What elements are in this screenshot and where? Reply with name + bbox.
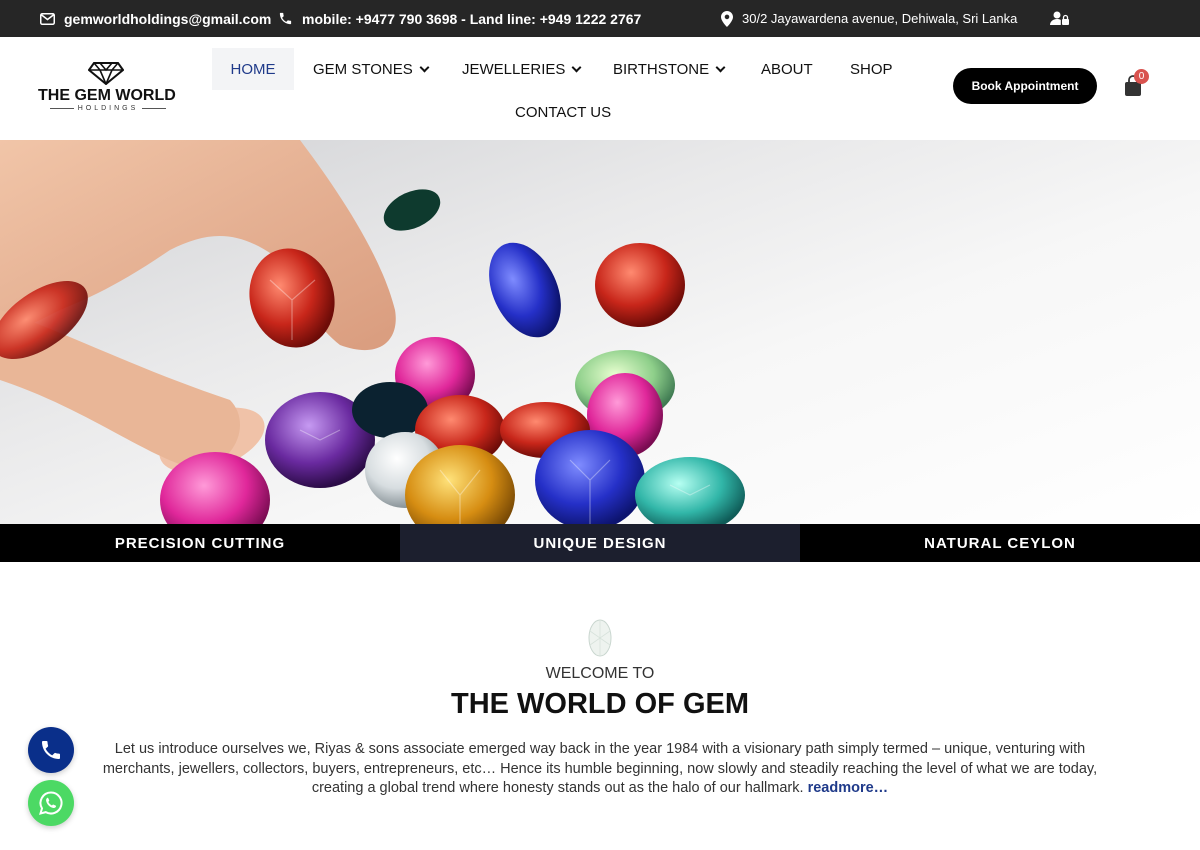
nav-shop-label: SHOP (850, 60, 893, 78)
envelope-icon (40, 12, 55, 25)
topbar-address[interactable]: 30/2 Jayawardena avenue, Dehiwala, Sri L… (721, 0, 1017, 37)
nav-contact-us[interactable]: CONTACT US (515, 91, 611, 133)
nav-birthstone-label: BIRTHSTONE (613, 60, 710, 78)
user-lock-icon (1050, 11, 1069, 25)
chevron-down-icon (419, 62, 430, 72)
nav-home[interactable]: HOME (212, 48, 294, 90)
address-text: 30/2 Jayawardena avenue, Dehiwala, Sri L… (742, 11, 1018, 26)
book-appointment-button[interactable]: Book Appointment (953, 68, 1097, 104)
nav-about-label: ABOUT (761, 60, 813, 78)
gem-icon (588, 619, 612, 657)
nav-gem-stones-label: GEM STONES (313, 60, 413, 78)
whatsapp-icon (39, 791, 63, 815)
nav-shop[interactable]: SHOP (850, 48, 893, 90)
top-info-bar: gemworldholdings@gmail.com mobile: +9477… (0, 0, 1200, 37)
nav-birthstone[interactable]: BIRTHSTONE (613, 48, 726, 90)
feature-strip: PRECISION CUTTING UNIQUE DESIGN NATURAL … (0, 524, 1200, 562)
phone-icon (42, 741, 60, 759)
feature-natural-ceylon: NATURAL CEYLON (800, 524, 1200, 562)
logo-name: THE GEM WORLD (38, 87, 176, 104)
gemstones-photo (0, 140, 745, 524)
nav-jewelleries-label: JEWELLERIES (462, 60, 566, 78)
whatsapp-button[interactable] (28, 780, 74, 826)
feature-precision-cutting: PRECISION CUTTING (0, 524, 400, 562)
welcome-title: THE WORLD OF GEM (450, 688, 750, 720)
phone-text: mobile: +9477 790 3698 - Land line: +949… (302, 10, 642, 27)
logo-subtitle: HOLDINGS (38, 105, 178, 112)
chevron-down-icon (715, 62, 726, 72)
cart-count-badge: 0 (1134, 69, 1149, 84)
chevron-down-icon (571, 62, 582, 72)
nav-contact-label: CONTACT US (515, 103, 612, 121)
diamond-logo-icon (88, 62, 124, 85)
map-pin-icon (721, 10, 733, 27)
readmore-link[interactable]: readmore… (808, 780, 889, 796)
site-header: THE GEM WORLD HOLDINGS HOME GEM STONES J… (0, 37, 1200, 140)
site-logo[interactable]: THE GEM WORLD HOLDINGS (38, 61, 178, 113)
hero-banner-image (0, 140, 1200, 524)
welcome-kicker: WELCOME TO (545, 665, 655, 682)
feature-unique-design: UNIQUE DESIGN (400, 524, 800, 562)
topbar-email[interactable]: gemworldholdings@gmail.com (40, 0, 271, 37)
nav-jewelleries[interactable]: JEWELLERIES (462, 48, 582, 90)
welcome-paragraph: Let us introduce ourselves we, Riyas & s… (90, 740, 1110, 799)
nav-gem-stones[interactable]: GEM STONES (313, 48, 430, 90)
topbar-account[interactable] (1050, 0, 1079, 37)
phone-icon (279, 12, 292, 25)
welcome-body: Let us introduce ourselves we, Riyas & s… (102, 741, 1098, 796)
topbar-phone[interactable]: mobile: +9477 790 3698 - Land line: +949… (278, 0, 641, 37)
call-button[interactable] (28, 727, 74, 773)
nav-home-label: HOME (230, 60, 276, 78)
email-text: gemworldholdings@gmail.com (64, 10, 272, 27)
nav-about[interactable]: ABOUT (761, 48, 813, 90)
